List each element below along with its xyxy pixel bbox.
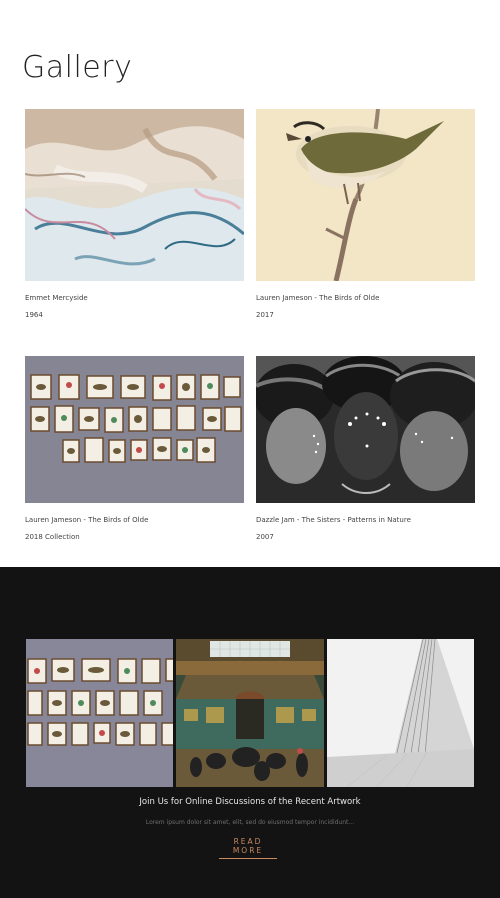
three-women-portrait-image[interactable] bbox=[256, 356, 475, 503]
bird-illustration-image[interactable] bbox=[256, 109, 475, 281]
card-title[interactable]: Lauren Jameson - The Birds of Olde bbox=[25, 516, 244, 525]
gallery-card[interactable]: Lauren Jameson - The Birds of Olde 2018 … bbox=[25, 356, 244, 541]
gallery-card[interactable]: Lauren Jameson - The Birds of Olde 2017 bbox=[256, 109, 475, 319]
framed-birds-wall-image[interactable] bbox=[25, 356, 244, 503]
card-title[interactable]: Lauren Jameson - The Birds of Olde bbox=[256, 294, 475, 303]
page-title: Gallery bbox=[22, 50, 133, 85]
discussion-text: Lorem ipsum dolor sit amet, elit, sed do… bbox=[145, 819, 355, 826]
gallery-card[interactable]: Emmet Mercyside 1964 bbox=[25, 109, 244, 319]
discussion-section: Join Us for Online Discussions of the Re… bbox=[0, 567, 500, 898]
architecture-image bbox=[327, 639, 474, 787]
card-date: 2007 bbox=[256, 532, 274, 541]
abstract-paint-image[interactable] bbox=[25, 109, 244, 281]
read-more-link[interactable]: READ MORE bbox=[219, 837, 277, 859]
card-date: 2017 bbox=[256, 310, 274, 319]
card-title[interactable]: Emmet Mercyside bbox=[25, 294, 244, 303]
gallery-card[interactable]: Dazzle Jam - The Sisters - Patterns in N… bbox=[256, 356, 475, 541]
card-date: 1964 bbox=[25, 310, 43, 319]
card-title[interactable]: Dazzle Jam - The Sisters - Patterns in N… bbox=[256, 516, 475, 525]
card-date: 2018 Collection bbox=[25, 532, 80, 541]
discussion-title: Join Us for Online Discussions of the Re… bbox=[139, 797, 361, 807]
framed-birds-wall-image bbox=[26, 639, 173, 787]
museum-hall-image bbox=[176, 639, 324, 787]
